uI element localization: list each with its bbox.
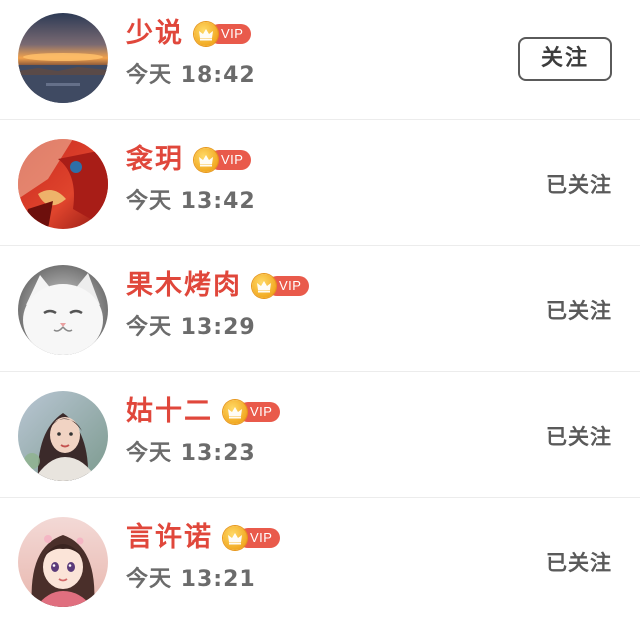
followed-status[interactable]: 已关注 bbox=[546, 293, 612, 329]
sunset-landscape-avatar bbox=[18, 13, 108, 103]
vip-badge: VIP bbox=[194, 148, 252, 172]
crown-icon bbox=[252, 274, 276, 298]
vip-badge: VIP bbox=[223, 400, 281, 424]
avatar[interactable] bbox=[18, 391, 108, 481]
username[interactable]: 少说 bbox=[126, 16, 184, 52]
vip-badge: VIP bbox=[223, 526, 281, 550]
list-item[interactable]: 言许诺 VIP 今天 13:21 已关注 bbox=[0, 498, 640, 620]
name-line: 少说 VIP bbox=[126, 16, 252, 52]
crown-icon bbox=[223, 526, 247, 550]
timestamp: 今天 13:21 bbox=[126, 567, 256, 592]
crown-icon bbox=[223, 400, 247, 424]
name-line: 言许诺 VIP bbox=[126, 520, 281, 556]
avatar[interactable] bbox=[18, 265, 108, 355]
follow-button[interactable]: 关注 bbox=[518, 37, 612, 81]
username[interactable]: 言许诺 bbox=[126, 520, 213, 556]
timestamp: 今天 13:42 bbox=[126, 189, 256, 214]
follower-list: 少说 VIP 今天 18:42 关注 衾玥 VIP 今天 13:42 已关注 果… bbox=[0, 0, 640, 620]
followed-status[interactable]: 已关注 bbox=[546, 545, 612, 581]
username[interactable]: 衾玥 bbox=[126, 142, 184, 178]
list-item[interactable]: 姑十二 VIP 今天 13:23 已关注 bbox=[0, 372, 640, 498]
name-line: 果木烤肉 VIP bbox=[126, 268, 310, 304]
name-line: 姑十二 VIP bbox=[126, 394, 281, 430]
list-item[interactable]: 衾玥 VIP 今天 13:42 已关注 bbox=[0, 120, 640, 246]
vip-badge: VIP bbox=[194, 22, 252, 46]
name-line: 衾玥 VIP bbox=[126, 142, 252, 178]
followed-status[interactable]: 已关注 bbox=[546, 167, 612, 203]
timestamp: 今天 13:23 bbox=[126, 441, 256, 466]
anime-girl-avatar bbox=[18, 517, 108, 607]
girl-portrait-avatar bbox=[18, 391, 108, 481]
crown-icon bbox=[194, 22, 218, 46]
red-hanfu-avatar bbox=[18, 139, 108, 229]
timestamp: 今天 18:42 bbox=[126, 63, 256, 88]
username[interactable]: 姑十二 bbox=[126, 394, 213, 430]
list-item[interactable]: 少说 VIP 今天 18:42 关注 bbox=[0, 0, 640, 120]
avatar[interactable] bbox=[18, 139, 108, 229]
vip-badge: VIP bbox=[252, 274, 310, 298]
timestamp: 今天 13:29 bbox=[126, 315, 256, 340]
avatar[interactable] bbox=[18, 517, 108, 607]
username[interactable]: 果木烤肉 bbox=[126, 268, 242, 304]
avatar[interactable] bbox=[18, 13, 108, 103]
list-item[interactable]: 果木烤肉 VIP 今天 13:29 已关注 bbox=[0, 246, 640, 372]
white-cat-avatar bbox=[18, 265, 108, 355]
followed-status[interactable]: 已关注 bbox=[546, 419, 612, 455]
crown-icon bbox=[194, 148, 218, 172]
